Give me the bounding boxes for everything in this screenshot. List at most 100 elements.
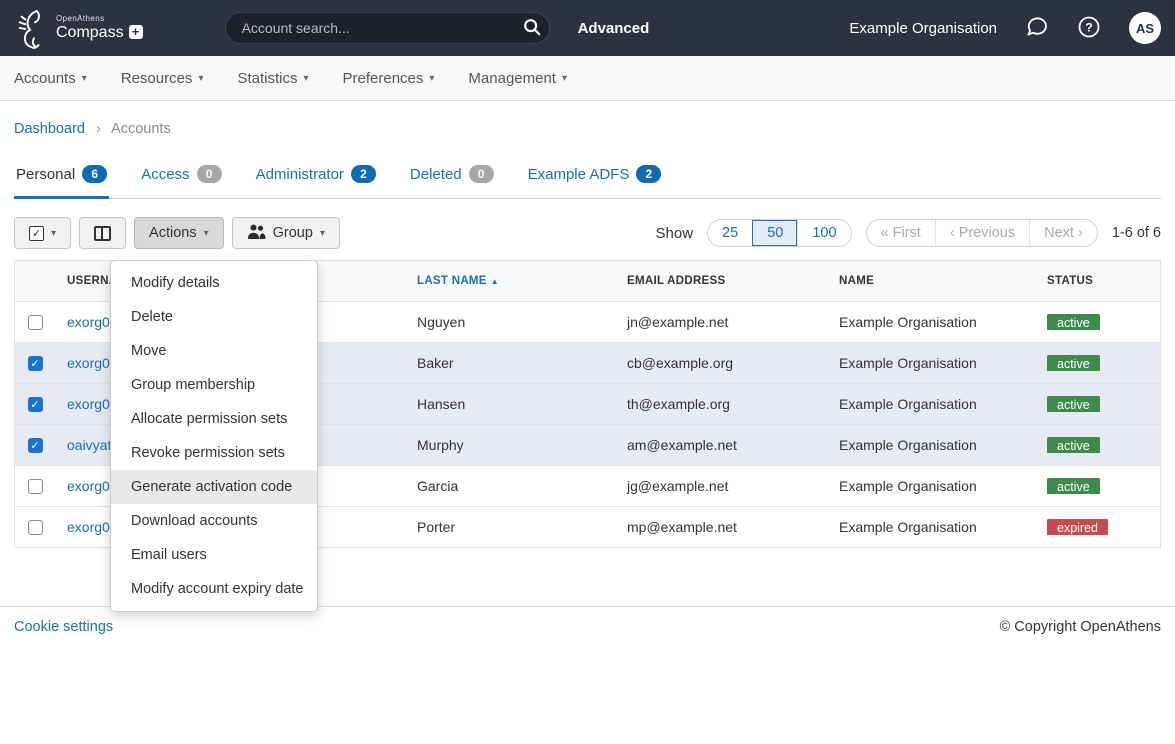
chevron-down-icon: ▾ — [198, 73, 203, 84]
tab-example-adfs[interactable]: Example ADFS2 — [526, 165, 664, 199]
row-checkbox[interactable]: ✓ — [28, 438, 43, 453]
column-header-email[interactable]: EMAIL ADDRESS — [615, 275, 827, 287]
menu-item-move[interactable]: Move — [111, 334, 317, 368]
user-avatar[interactable]: AS — [1129, 12, 1161, 44]
status-badge: active — [1047, 355, 1100, 371]
chevron-down-icon: ▾ — [82, 73, 87, 84]
organisation-cell: Example Organisation — [827, 478, 1035, 494]
last-name-cell: Hansen — [405, 396, 615, 412]
breadcrumb-separator-icon: › — [96, 121, 101, 137]
nav-item-statistics[interactable]: Statistics▾ — [237, 70, 308, 87]
account-search-input[interactable] — [225, 12, 550, 44]
actions-dropdown-button[interactable]: Actions ▾ — [134, 217, 224, 249]
row-checkbox[interactable]: ✓ — [28, 356, 43, 371]
email-cell: th@example.org — [615, 396, 827, 412]
nav-item-resources[interactable]: Resources▾ — [121, 70, 204, 87]
group-button-label: Group — [273, 225, 313, 241]
menu-item-modify-account-expiry-date[interactable]: Modify account expiry date — [111, 572, 317, 606]
nav-item-accounts[interactable]: Accounts▾ — [14, 70, 87, 87]
actions-button-label: Actions — [149, 225, 197, 241]
row-checkbox[interactable] — [28, 315, 43, 330]
tab-administrator[interactable]: Administrator2 — [254, 165, 378, 199]
chevron-down-icon: ▾ — [204, 228, 209, 239]
pagination-first-button[interactable]: « First — [867, 220, 935, 246]
range-summary: 1-6 of 6 — [1112, 225, 1161, 241]
pagination: « First ‹ Previous Next › — [866, 219, 1098, 247]
menu-item-modify-details[interactable]: Modify details — [111, 266, 317, 300]
pagination-previous-button[interactable]: ‹ Previous — [935, 220, 1029, 246]
page-size-25-button[interactable]: 25 — [708, 220, 752, 246]
table-toolbar: ✓ ▾ Actions ▾ Group ▾ Show 2550100 — [14, 217, 1161, 249]
breadcrumb-dashboard-link[interactable]: Dashboard — [14, 121, 85, 137]
organisation-cell: Example Organisation — [827, 519, 1035, 535]
chevron-down-icon: ▾ — [320, 228, 325, 239]
compass-plus-icon: + — [129, 25, 143, 39]
last-name-cell: Porter — [405, 519, 615, 535]
row-checkbox[interactable]: ✓ — [28, 397, 43, 412]
menu-item-generate-activation-code[interactable]: Generate activation code — [111, 470, 317, 504]
column-header-status[interactable]: STATUS — [1035, 275, 1160, 287]
status-badge: active — [1047, 478, 1100, 494]
brand-name-label: Compass — [56, 24, 124, 42]
organisation-cell: Example Organisation — [827, 355, 1035, 371]
account-type-tabs: Personal6 Access0 Administrator2 Deleted0 Ex… — [14, 165, 1161, 199]
email-cell: mp@example.net — [615, 519, 827, 535]
nav-item-preferences[interactable]: Preferences▾ — [343, 70, 435, 87]
cookie-settings-link[interactable]: Cookie settings — [14, 619, 113, 635]
search-icon — [522, 25, 542, 40]
tab-count-badge: 6 — [82, 165, 107, 183]
organisation-cell: Example Organisation — [827, 396, 1035, 412]
chevron-down-icon: ▾ — [303, 73, 308, 84]
column-header-last-name[interactable]: LAST NAME▲ — [405, 275, 615, 287]
status-badge: active — [1047, 396, 1100, 412]
page-size-50-button[interactable]: 50 — [752, 220, 797, 246]
show-label: Show — [656, 225, 694, 242]
menu-item-revoke-permission-sets[interactable]: Revoke permission sets — [111, 436, 317, 470]
main-nav: Accounts▾ Resources▾ Statistics▾ Preference… — [0, 56, 1175, 101]
organisation-cell: Example Organisation — [827, 437, 1035, 453]
tab-access[interactable]: Access0 — [139, 165, 223, 199]
last-name-cell: Garcia — [405, 478, 615, 494]
tab-deleted[interactable]: Deleted0 — [408, 165, 496, 199]
nav-item-management[interactable]: Management▾ — [468, 70, 567, 87]
chevron-left-icon: ‹ — [950, 225, 955, 241]
tab-personal[interactable]: Personal6 — [14, 165, 109, 199]
tab-count-badge: 2 — [636, 165, 661, 183]
columns-toggle-button[interactable] — [79, 217, 126, 249]
chevron-down-icon: ▾ — [51, 228, 56, 239]
help-button[interactable]: ? — [1077, 15, 1101, 42]
last-name-cell: Baker — [405, 355, 615, 371]
menu-item-email-users[interactable]: Email users — [111, 538, 317, 572]
top-bar: OpenAthens Compass + Advanced Example Or… — [0, 0, 1175, 56]
status-badge: active — [1047, 437, 1100, 453]
pagination-next-button[interactable]: Next › — [1029, 220, 1097, 246]
group-dropdown-button[interactable]: Group ▾ — [232, 217, 340, 249]
menu-item-delete[interactable]: Delete — [111, 300, 317, 334]
breadcrumb-current: Accounts — [111, 121, 171, 137]
columns-icon — [94, 226, 111, 241]
chevron-down-icon: ▾ — [429, 73, 434, 84]
organisation-name: Example Organisation — [849, 20, 997, 37]
menu-item-download-accounts[interactable]: Download accounts — [111, 504, 317, 538]
last-name-cell: Nguyen — [405, 314, 615, 330]
status-badge: expired — [1047, 519, 1108, 535]
organisation-cell: Example Organisation — [827, 314, 1035, 330]
question-circle-icon: ? — [1077, 15, 1101, 42]
search-button[interactable] — [518, 15, 546, 41]
feedback-button[interactable] — [1025, 15, 1049, 42]
tab-count-badge: 0 — [197, 165, 222, 183]
openathens-compass-logo[interactable]: OpenAthens Compass + — [14, 7, 143, 49]
page-size-100-button[interactable]: 100 — [797, 220, 850, 246]
menu-item-allocate-permission-sets[interactable]: Allocate permission sets — [111, 402, 317, 436]
advanced-search-link[interactable]: Advanced — [578, 20, 650, 37]
page-size-group: 2550100 — [707, 219, 851, 247]
svg-text:?: ? — [1085, 20, 1092, 34]
select-all-dropdown-button[interactable]: ✓ ▾ — [14, 217, 71, 249]
chevron-right-icon: › — [1078, 225, 1083, 241]
brand-top-label: OpenAthens — [56, 15, 143, 24]
menu-item-group-membership[interactable]: Group membership — [111, 368, 317, 402]
row-checkbox[interactable] — [28, 479, 43, 494]
email-cell: jn@example.net — [615, 314, 827, 330]
column-header-name[interactable]: NAME — [827, 275, 1035, 287]
row-checkbox[interactable] — [28, 520, 43, 535]
